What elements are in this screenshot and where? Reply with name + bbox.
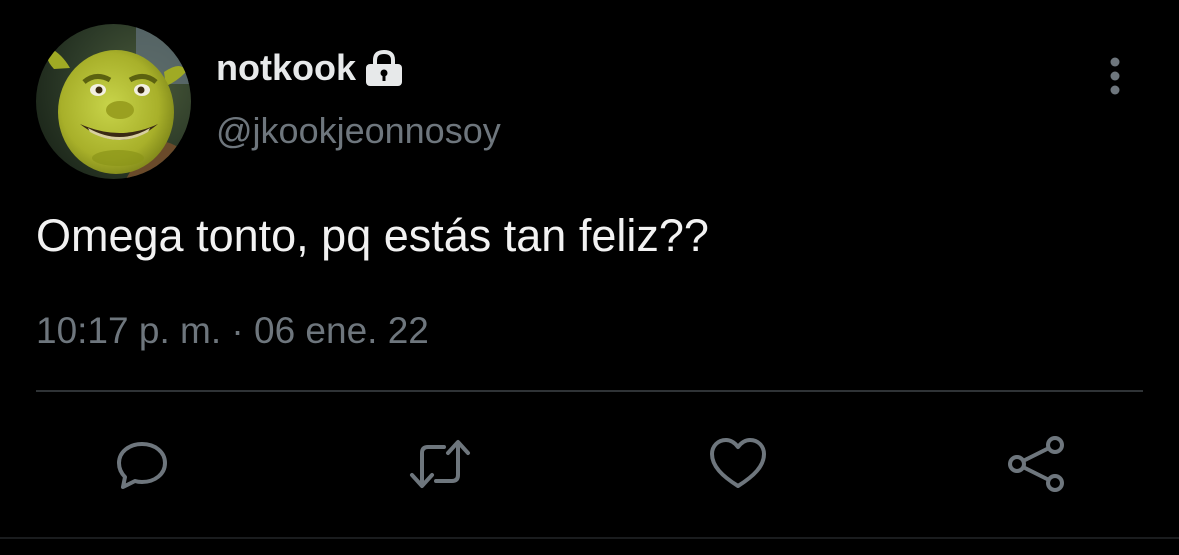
reply-icon — [117, 442, 167, 489]
more-vertical-icon[interactable] — [1098, 52, 1132, 100]
like-button[interactable] — [706, 432, 770, 496]
divider — [36, 390, 1143, 392]
avatar[interactable] — [36, 24, 191, 179]
tweet-text: Omega tonto, pq estás tan feliz?? — [36, 210, 709, 261]
display-name-row[interactable]: notkook — [216, 44, 404, 92]
tweet: notkook @jkookjeonnosoy Omega tonto, pq … — [0, 0, 1179, 555]
retweet-button[interactable] — [408, 432, 472, 496]
display-name[interactable]: notkook — [216, 47, 356, 89]
shrek-avatar-image — [36, 24, 191, 179]
heart-icon — [710, 438, 766, 488]
tweet-timestamp[interactable]: 10:17 p. m. · 06 ene. 22 — [36, 310, 429, 352]
share-button[interactable] — [1004, 432, 1068, 496]
lock-icon — [364, 49, 404, 87]
user-handle[interactable]: @jkookjeonnosoy — [216, 110, 501, 152]
bottom-divider — [0, 537, 1179, 539]
retweet-icon — [410, 440, 470, 488]
reply-button[interactable] — [110, 432, 174, 496]
share-icon — [1008, 436, 1064, 492]
